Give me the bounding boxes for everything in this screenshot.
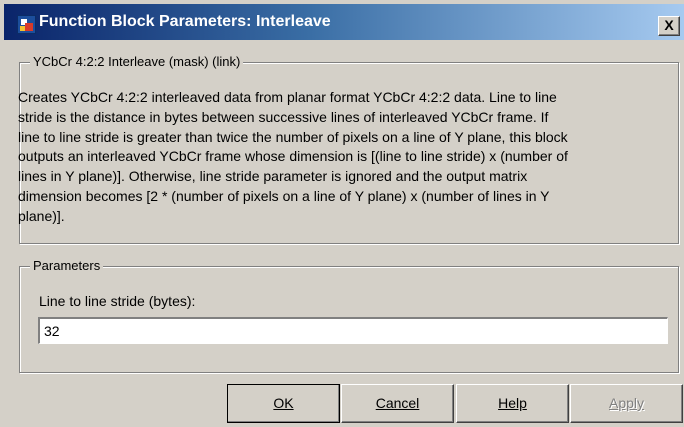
title-bar[interactable]: Function Block Parameters: Interleave X — [4, 4, 684, 40]
line-stride-input[interactable] — [38, 317, 668, 344]
window-title: Function Block Parameters: Interleave — [39, 13, 331, 30]
close-button[interactable]: X — [658, 16, 680, 36]
description-line: Creates YCbCr 4:2:2 interleaved data fro… — [18, 89, 557, 105]
cancel-button[interactable]: Cancel — [341, 384, 454, 423]
line-stride-label: Line to line stride (bytes): — [39, 293, 196, 309]
simulink-block-icon — [17, 15, 36, 34]
ok-button[interactable]: OK — [227, 384, 340, 423]
description-line: lines in Y plane)]. Otherwise, line stri… — [18, 168, 528, 185]
description-line: stride is the distance in bytes between … — [18, 108, 549, 125]
description-groupbox-title: YCbCr 4:2:2 Interleave (mask) (link) — [30, 54, 244, 69]
dialog-window: Function Block Parameters: Interleave X … — [0, 0, 684, 427]
description-line: line to line stride is greater than twic… — [18, 128, 568, 145]
close-icon: X — [664, 17, 674, 33]
parameters-groupbox-title: Parameters — [30, 258, 104, 273]
description-line: dimension becomes [2 * (number of pixels… — [18, 187, 550, 204]
help-button[interactable]: Help — [456, 384, 569, 423]
block-description: Creates YCbCr 4:2:2 interleaved data fro… — [18, 88, 670, 227]
description-line: outputs an interleaved YCbCr frame whose… — [18, 148, 568, 165]
apply-button: Apply — [570, 384, 683, 423]
description-line: plane)]. — [18, 207, 65, 224]
